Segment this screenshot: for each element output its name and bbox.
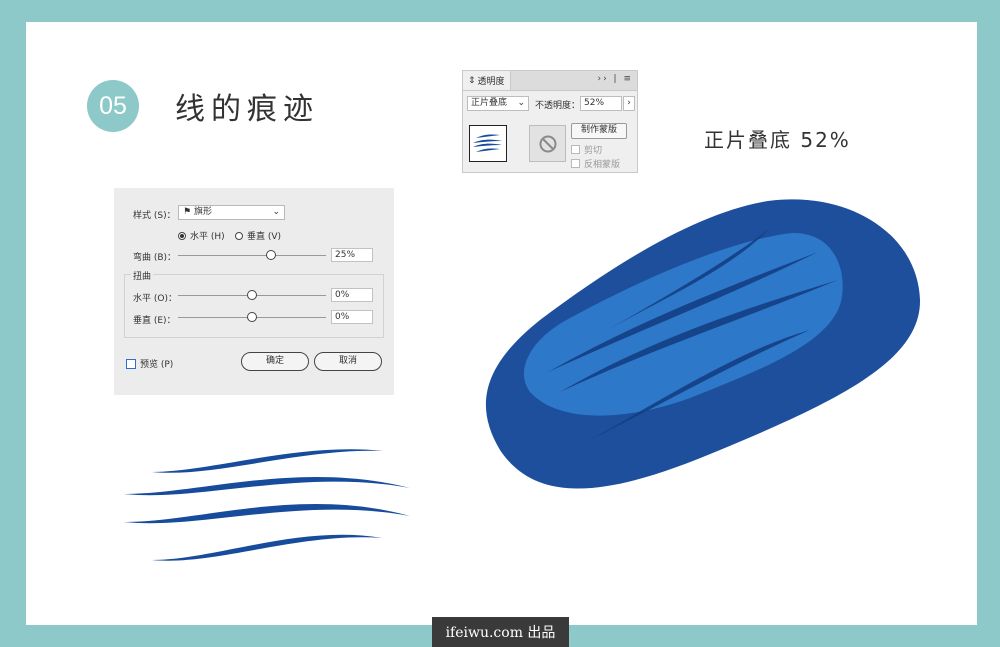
footer-brand: ifeiwu.com 出品 bbox=[432, 617, 569, 647]
artwork bbox=[124, 199, 921, 561]
wave-line bbox=[152, 534, 382, 561]
wave-line bbox=[124, 504, 410, 524]
pill-illustration bbox=[485, 199, 921, 489]
wave-line bbox=[152, 449, 384, 473]
wave-lines-illustration bbox=[124, 449, 410, 561]
wave-line bbox=[124, 476, 410, 496]
